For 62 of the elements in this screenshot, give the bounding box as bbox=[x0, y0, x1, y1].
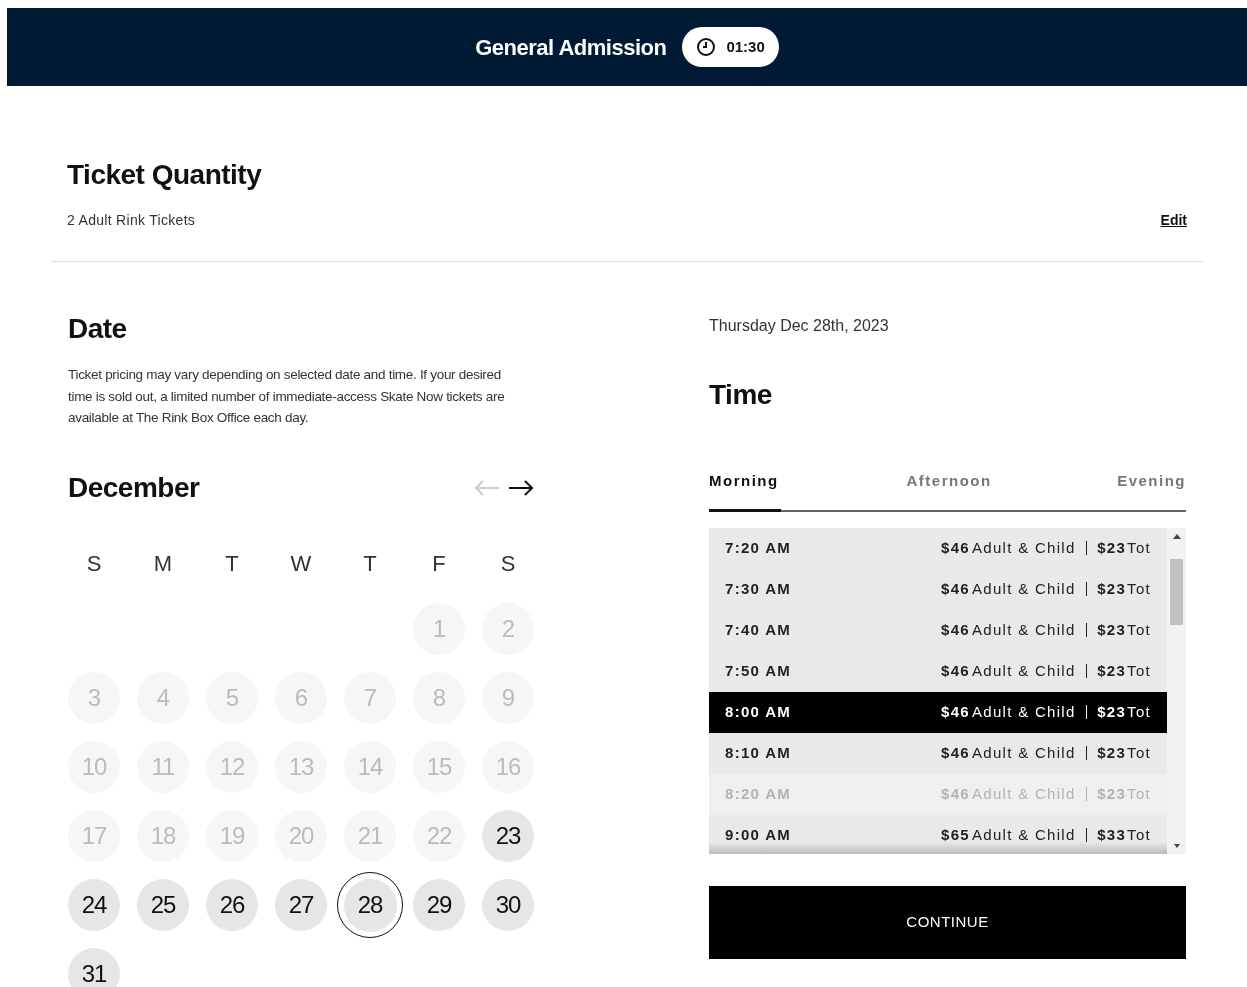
time-slot[interactable]: 7:30 AM $46 Adult & Child $23Tot bbox=[709, 568, 1167, 610]
selected-date: Thursday Dec 28th, 2023 bbox=[709, 316, 890, 336]
time-slot[interactable]: 7:20 AM $46 Adult & Child $23Tot bbox=[709, 527, 1167, 569]
weekday-label: F bbox=[431, 550, 447, 578]
period-tab[interactable]: Morning bbox=[709, 470, 781, 512]
date-note: Ticket pricing may vary depending on selected date and time. If your desired time is sold out, a limited number of immediate-access Skate Now tickets are available at The Rink Box Office each day. bbox=[68, 366, 506, 427]
clock-icon bbox=[696, 37, 717, 57]
day-button[interactable]: 13 bbox=[275, 740, 327, 793]
day-button[interactable]: 31 bbox=[68, 947, 120, 987]
weekday-label: W bbox=[289, 550, 313, 578]
day-button[interactable]: 15 bbox=[413, 740, 465, 793]
right-arrow-icon[interactable] bbox=[508, 478, 534, 497]
day-button[interactable]: 12 bbox=[206, 740, 258, 793]
day-button[interactable]: 1 bbox=[413, 602, 465, 655]
day-button[interactable]: 6 bbox=[275, 671, 327, 724]
day-button[interactable]: 20 bbox=[275, 809, 327, 862]
day-button[interactable]: 26 bbox=[206, 878, 258, 931]
day-button[interactable]: 11 bbox=[137, 740, 189, 793]
period-tab[interactable]: Afternoon bbox=[906, 470, 992, 512]
day-button[interactable]: 24 bbox=[68, 878, 120, 931]
weekday-label: S bbox=[85, 550, 103, 578]
weekday-label: T bbox=[362, 550, 378, 578]
timer-text: 01:30 bbox=[726, 36, 765, 57]
header-title: General Admission bbox=[475, 33, 667, 62]
ticket-summary: 2 Adult Rink Tickets bbox=[67, 211, 196, 230]
time-slot[interactable]: 7:40 AM $46 Adult & Child $23Tot bbox=[709, 609, 1167, 651]
time-slot[interactable]: 8:00 AM $46 Adult & Child $23Tot bbox=[709, 691, 1167, 733]
month-title: December bbox=[68, 470, 200, 505]
scroll-up-icon[interactable] bbox=[1172, 533, 1181, 539]
day-button[interactable]: 27 bbox=[275, 878, 327, 931]
weekday-label: T bbox=[224, 550, 240, 578]
weekday-label: S bbox=[499, 550, 517, 578]
day-button[interactable]: 10 bbox=[68, 740, 120, 793]
time-slot[interactable]: 7:50 AM $46 Adult & Child $23Tot bbox=[709, 650, 1167, 692]
scroll-down-icon[interactable] bbox=[1173, 843, 1180, 848]
day-button[interactable]: 18 bbox=[137, 809, 189, 862]
section-title: Ticket Quantity bbox=[67, 158, 263, 192]
day-button[interactable]: 25 bbox=[137, 878, 189, 931]
day-button[interactable]: 22 bbox=[413, 809, 465, 862]
day-button[interactable]: 17 bbox=[68, 809, 120, 862]
day-button[interactable]: 8 bbox=[413, 671, 465, 724]
day-button[interactable]: 4 bbox=[137, 671, 189, 724]
day-button[interactable]: 16 bbox=[482, 740, 534, 793]
day-button[interactable]: 7 bbox=[344, 671, 396, 724]
period-tab[interactable]: Evening bbox=[1117, 470, 1186, 512]
day-button[interactable]: 19 bbox=[206, 809, 258, 862]
day-button[interactable]: 30 bbox=[482, 878, 534, 931]
day-button[interactable]: 23 bbox=[482, 809, 534, 862]
day-button[interactable]: 9 bbox=[482, 671, 534, 724]
day-button[interactable]: 3 bbox=[68, 671, 120, 724]
edit-link[interactable]: Edit bbox=[1160, 210, 1187, 231]
day-button[interactable]: 21 bbox=[344, 809, 396, 862]
day-button[interactable]: 29 bbox=[413, 878, 465, 931]
day-button[interactable]: 2 bbox=[482, 602, 534, 655]
weekday-label: M bbox=[152, 550, 174, 578]
time-slot[interactable]: 8:10 AM $46 Adult & Child $23Tot bbox=[709, 732, 1167, 774]
scrollbar-thumb[interactable] bbox=[1170, 558, 1183, 625]
day-button[interactable]: 5 bbox=[206, 671, 258, 724]
section-title: Date bbox=[68, 312, 128, 346]
continue-button[interactable]: CONTINUE bbox=[709, 885, 1186, 959]
section-title: Time bbox=[709, 378, 773, 412]
day-button[interactable]: 14 bbox=[344, 740, 396, 793]
